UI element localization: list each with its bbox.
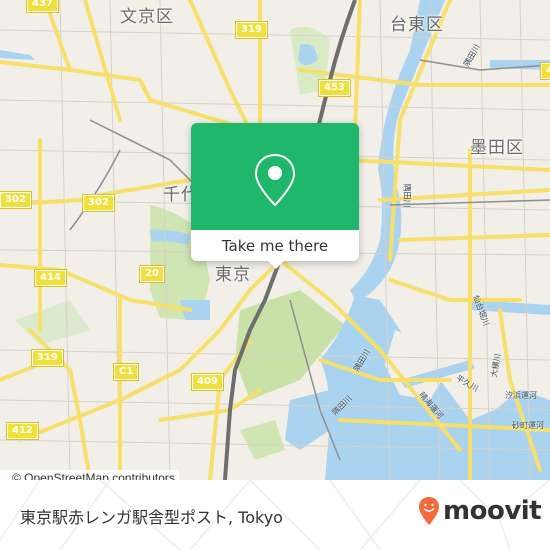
- route-shield-412: 412: [6, 422, 39, 440]
- district-label-tokyo: 東京: [215, 265, 251, 285]
- map-attribution: © OpenStreetMap contributors: [0, 470, 179, 480]
- water-label-sumida: 隅田川: [402, 183, 412, 208]
- route-shield-20: 20: [139, 265, 165, 283]
- route-shield-319: 319: [235, 21, 268, 39]
- map-pin-icon: [254, 153, 296, 207]
- route-shield-302: 302: [82, 194, 115, 212]
- district-label-sumida: 墨田区: [470, 138, 524, 158]
- water-label-sunamura-canal: 砂町運河: [512, 421, 544, 430]
- place-name: 東京駅赤レンガ駅舎型ポスト, Tokyo: [20, 508, 283, 527]
- popup-pointer: [267, 260, 285, 269]
- route-shield-437: 437: [26, 0, 59, 13]
- district-label-bunkyo: 文京区: [120, 7, 174, 27]
- moovit-pin-icon: [419, 497, 439, 525]
- popup-header: [191, 123, 359, 230]
- brand-name: moovit: [443, 496, 542, 526]
- route-shield-302: 302: [0, 191, 32, 209]
- take-me-there-button[interactable]: Take me there: [191, 230, 359, 261]
- route-shield-c1: C1: [112, 363, 140, 381]
- route-shield-453: 453: [318, 79, 351, 97]
- route-shield-319: 319: [31, 349, 64, 367]
- location-popup: Take me there: [191, 123, 359, 261]
- route-shield-4: 4: [540, 62, 550, 80]
- route-shield-409: 409: [191, 373, 224, 391]
- water-label-shiohama-canal: 汐浜運河: [505, 391, 537, 400]
- district-label-taito: 台東区: [390, 15, 444, 35]
- moovit-logo[interactable]: moovit: [418, 496, 542, 526]
- route-shield-414: 414: [34, 269, 67, 287]
- footer: 東京駅赤レンガ駅舎型ポスト, Tokyo moovit: [0, 480, 550, 550]
